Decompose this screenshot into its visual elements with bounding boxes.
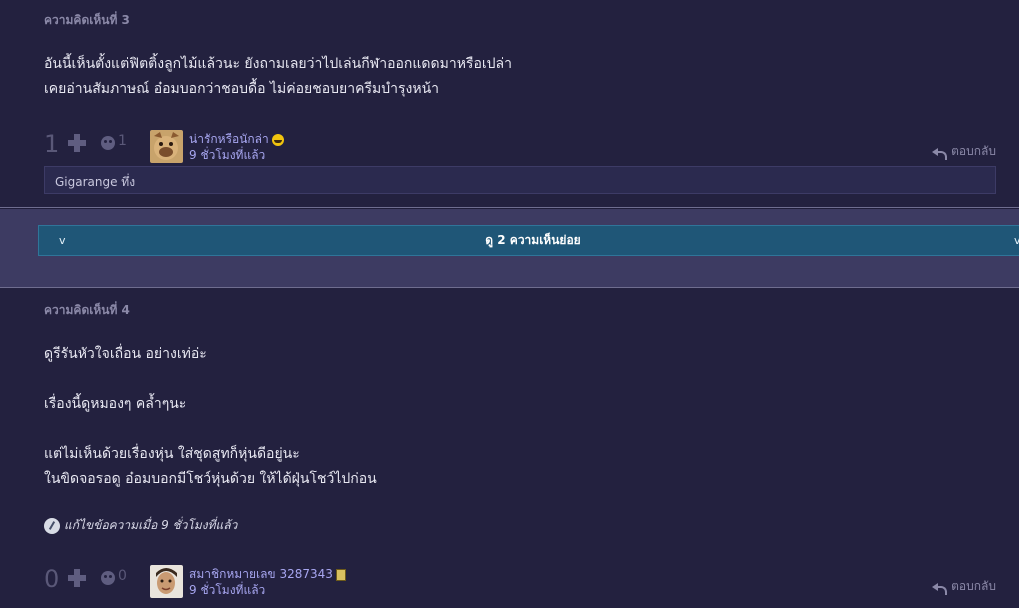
comment-body-para-1: ดูรีรันหัวใจเถื่อน อย่างเท่อ่ะ — [44, 346, 207, 362]
comment-meta: 1 1 น่ารักหรือนักล่า 9 ชั่วโมงที่แล้ว ตอ… — [44, 130, 1004, 164]
emotion-icon[interactable] — [101, 571, 115, 585]
post-time: 9 ชั่วโมงที่แล้ว — [189, 148, 266, 162]
plus-vote-icon[interactable] — [67, 133, 87, 153]
expand-replies-label: ดู 2 ความเห็นย่อย — [485, 233, 581, 247]
reply-icon — [932, 582, 948, 595]
post-time: 9 ชั่วโมงที่แล้ว — [189, 583, 266, 597]
emotion-count: 0 — [118, 568, 127, 584]
reply-icon — [932, 147, 948, 160]
avatar[interactable] — [150, 565, 183, 598]
avatar[interactable] — [150, 130, 183, 163]
member-badge-icon — [335, 568, 346, 581]
comment-meta: 0 0 สมาชิกหมายเลข 3287343 9 ชั่วโมงที่แล… — [44, 565, 1004, 599]
edit-icon — [44, 517, 60, 534]
comment-body: อันนี้เห็นตั้งแต่ฟิตติ้งลูกไม้แล้วนะ ยัง… — [44, 56, 512, 97]
chevron-down-icon: v — [59, 234, 66, 247]
vote-count: 1 — [44, 130, 60, 158]
chevron-down-icon: v — [1014, 234, 1019, 247]
comment-body-para-3: แต่ไม่เห็นด้วยเรื่องหุ่น ใส่ชุดสูทก็หุ่น… — [44, 446, 377, 487]
comment-4: ความคิดเห็นที่ 4 ดูรีรันหัวใจเถื่อน อย่า… — [0, 287, 1019, 608]
emotion-tag-box: Gigarange ทึ่ง — [44, 166, 996, 194]
edit-note: แก้ไขข้อความเมื่อ 9 ชั่วโมงที่แล้ว — [44, 516, 237, 535]
comment-3: ความคิดเห็นที่ 3 อันนี้เห็นตั้งแต่ฟิตติ้… — [0, 0, 1019, 208]
reply-button[interactable]: ตอบกลับ — [932, 577, 996, 596]
comment-header: ความคิดเห็นที่ 3 — [44, 13, 130, 27]
emotion-icon[interactable] — [101, 136, 115, 150]
comment-header: ความคิดเห็นที่ 4 — [44, 303, 130, 317]
vote-count: 0 — [44, 565, 60, 593]
expand-replies-button[interactable]: v ดู 2 ความเห็นย่อย v — [38, 225, 1019, 256]
plus-vote-icon[interactable] — [67, 568, 87, 588]
comment-body-para-2: เรื่องนี้ดูหมองๆ คล้ำๆนะ — [44, 396, 187, 412]
reply-button[interactable]: ตอบกลับ — [932, 142, 996, 161]
laughing-emoji-icon — [271, 133, 284, 146]
emotion-count: 1 — [118, 133, 127, 149]
